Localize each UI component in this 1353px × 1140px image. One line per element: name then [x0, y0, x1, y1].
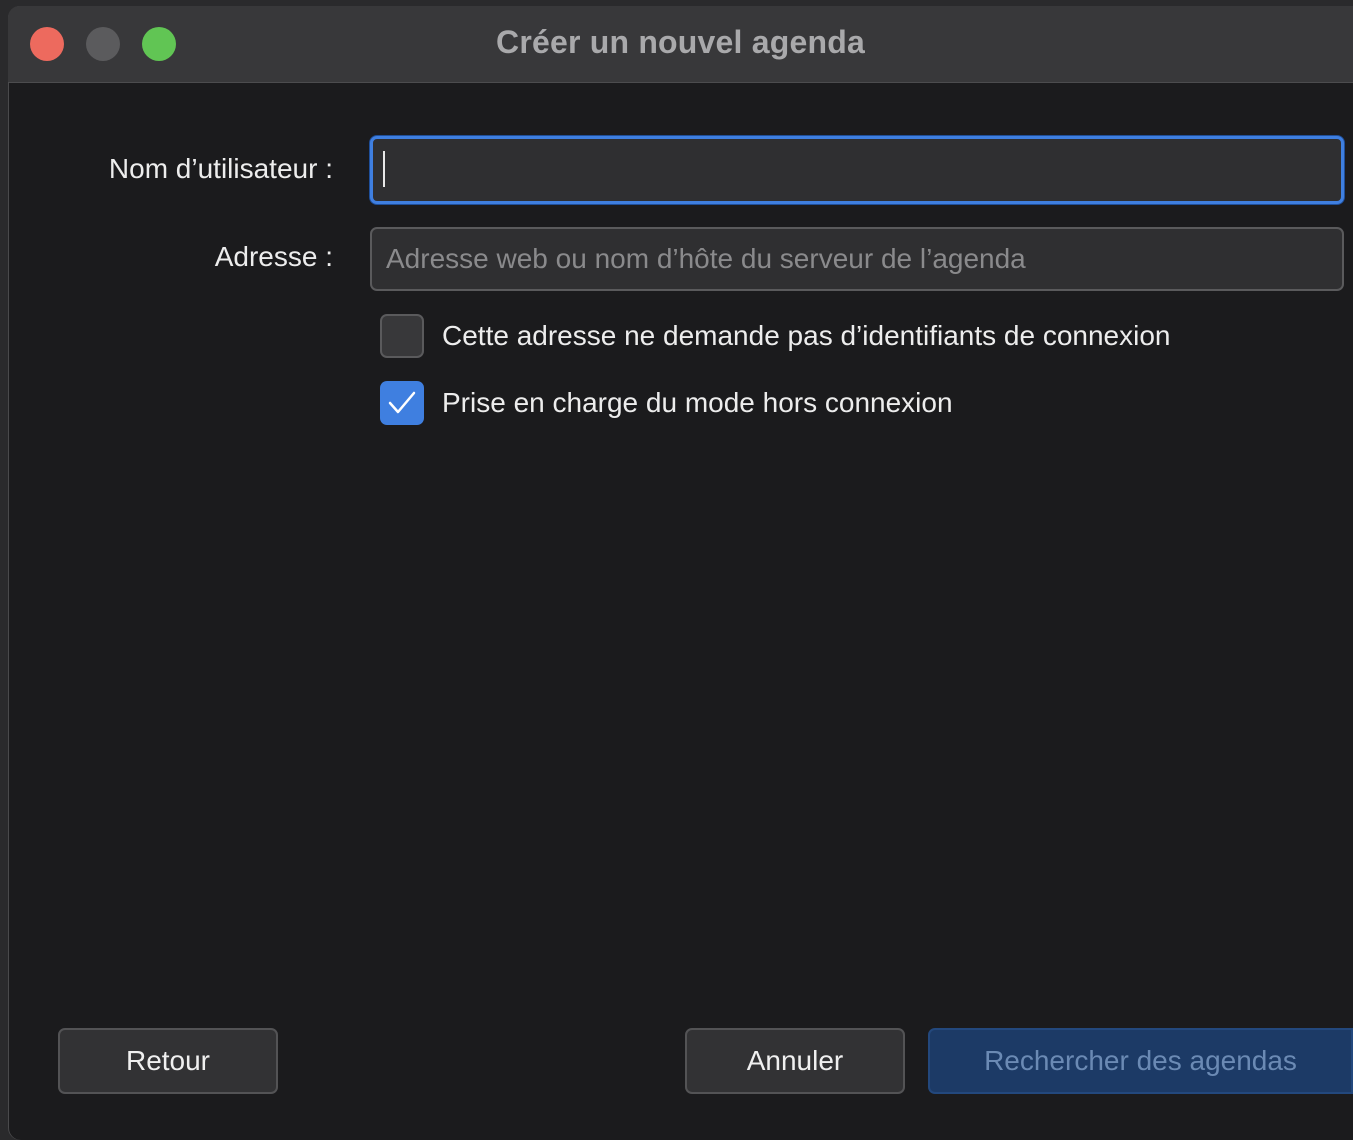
title-bar[interactable]: Créer un nouvel agenda [8, 6, 1353, 83]
checkmark-icon [388, 391, 416, 414]
address-label: Adresse : [214, 241, 333, 272]
offline-mode-label[interactable]: Prise en charge du mode hors connexion [442, 387, 953, 419]
text-caret [383, 151, 385, 187]
cancel-button[interactable]: Annuler [685, 1028, 905, 1094]
dialog-window: Créer un nouvel agenda Nom d’utilisateur… [8, 6, 1353, 1140]
username-label: Nom d’utilisateur : [108, 153, 333, 184]
username-input[interactable] [370, 136, 1344, 204]
search-calendars-button[interactable]: Rechercher des agendas [928, 1028, 1353, 1094]
address-input[interactable] [370, 227, 1344, 291]
offline-mode-checkbox[interactable] [380, 381, 424, 425]
no-credentials-checkbox[interactable] [380, 314, 424, 358]
no-credentials-label[interactable]: Cette adresse ne demande pas d’identifia… [442, 320, 1171, 352]
window-title: Créer un nouvel agenda [496, 24, 865, 60]
back-button[interactable]: Retour [58, 1028, 278, 1094]
